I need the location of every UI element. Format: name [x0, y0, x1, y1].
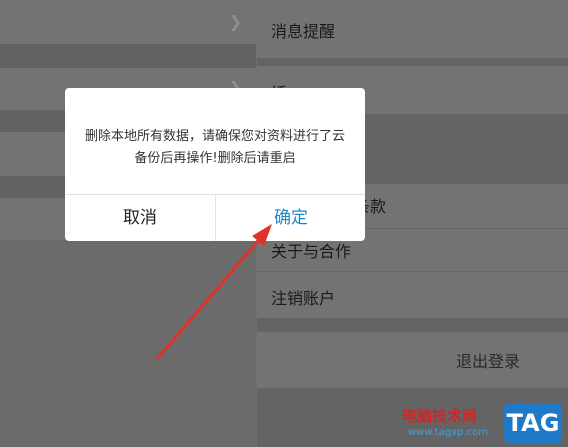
watermark-logo: 电脑技术网 www.tagxp.com TAG — [402, 403, 562, 443]
watermark-url: www.tagxp.com — [408, 427, 488, 438]
watermark-site-name: 电脑技术网 — [402, 407, 478, 425]
watermark-tag: TAG — [504, 403, 562, 443]
annotation-arrow-icon — [156, 224, 272, 360]
